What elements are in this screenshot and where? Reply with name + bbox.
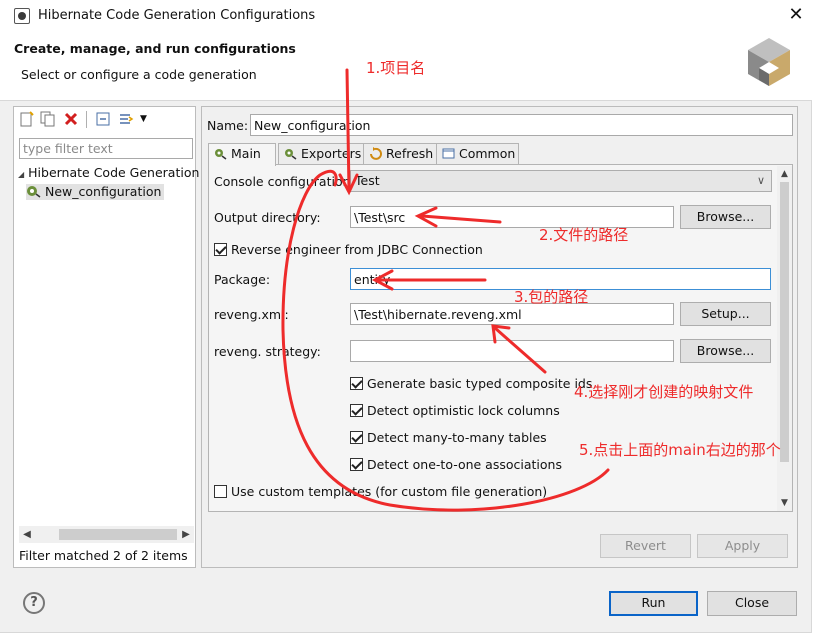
checkbox-label: Reverse engineer from JDBC Connection (231, 242, 483, 257)
console-configuration-select[interactable]: Test ∨ (350, 170, 772, 192)
tab-label: Refresh (386, 146, 434, 161)
duplicate-icon[interactable] (40, 111, 56, 127)
reveng-xml-field[interactable] (350, 303, 674, 325)
close-window-button[interactable]: ✕ (786, 4, 806, 26)
checkbox-box[interactable] (350, 458, 363, 471)
checkbox-box[interactable] (350, 431, 363, 444)
filter-icon[interactable] (118, 111, 134, 127)
console-configuration-label: Console configuration: (214, 174, 355, 189)
header-title: Create, manage, and run configurations (14, 41, 296, 56)
optimistic-lock-checkbox[interactable]: Detect optimistic lock columns (350, 403, 560, 418)
checkbox-box[interactable] (350, 377, 363, 390)
refresh-tab-icon (370, 147, 382, 160)
main-tab-icon (215, 149, 227, 160)
checkbox-label: Detect many-to-many tables (367, 430, 547, 445)
tab-main[interactable]: Main (208, 143, 276, 166)
console-configuration-value: Test (355, 173, 380, 188)
scroll-up-icon[interactable]: ▲ (777, 166, 792, 182)
checkbox-box[interactable] (214, 243, 227, 256)
scroll-down-icon[interactable]: ▼ (777, 495, 792, 511)
dialog-window: Hibernate Code Generation Configurations… (0, 0, 812, 633)
help-icon[interactable]: ? (23, 592, 45, 614)
filter-status-text: Filter matched 2 of 2 items (19, 548, 188, 563)
hibernate-config-icon (27, 186, 41, 198)
configuration-list-panel: ▼ ◢ Hibernate Code Generation New_config… (13, 106, 199, 568)
custom-templates-checkbox[interactable]: Use custom templates (for custom file ge… (214, 484, 547, 499)
scroll-right-icon[interactable]: ▶ (178, 526, 194, 543)
reveng-strategy-label: reveng. strategy: (214, 344, 321, 359)
tab-exporters[interactable]: Exporters (278, 143, 368, 165)
run-button[interactable]: Run (609, 591, 698, 616)
expand-arrow-icon[interactable]: ◢ (18, 170, 24, 179)
checkbox-label: Detect optimistic lock columns (367, 403, 560, 418)
hibernate-logo-icon (748, 38, 790, 86)
tab-refresh[interactable]: Refresh (363, 143, 439, 165)
tab-label: Common (459, 146, 516, 161)
tree-item-label: Hibernate Code Generation (28, 165, 200, 180)
tree-item-hibernate-code-generation[interactable]: ◢ Hibernate Code Generation (18, 165, 199, 180)
tab-label: Exporters (301, 146, 362, 161)
title-bar: Hibernate Code Generation Configurations… (0, 0, 812, 32)
tree-item-label: New_configuration (44, 184, 162, 199)
annotation-2: 2.文件的路径 (539, 226, 629, 244)
tab-strip: Main Exporters Refresh Common (208, 143, 788, 166)
reveng-strategy-field[interactable] (350, 340, 674, 362)
eclipse-app-icon (14, 8, 30, 24)
checkbox-label: Generate basic typed composite ids (367, 376, 593, 391)
strategy-browse-button[interactable]: Browse... (680, 339, 771, 363)
checkbox-label: Use custom templates (for custom file ge… (231, 484, 548, 499)
exporters-tab-icon (285, 149, 297, 160)
annotation-1: 1.项目名 (366, 59, 426, 77)
annotation-5: 5.点击上面的main右边的那个 (579, 441, 781, 459)
window-title: Hibernate Code Generation Configurations (38, 8, 316, 23)
checkbox-label: Detect one-to-one associations (367, 457, 562, 472)
setup-button[interactable]: Setup... (680, 302, 771, 326)
common-tab-icon (442, 148, 455, 159)
checkbox-box[interactable] (350, 404, 363, 417)
tab-common[interactable]: Common (436, 143, 519, 165)
header-subtitle: Select or configure a code generation (21, 67, 257, 82)
scrollbar-thumb[interactable] (59, 529, 177, 540)
reverse-engineer-checkbox[interactable]: Reverse engineer from JDBC Connection (214, 242, 483, 257)
output-browse-button[interactable]: Browse... (680, 205, 771, 229)
many-to-many-checkbox[interactable]: Detect many-to-many tables (350, 430, 547, 445)
composite-ids-checkbox[interactable]: Generate basic typed composite ids (350, 376, 592, 391)
name-field[interactable] (250, 114, 793, 136)
collapse-all-icon[interactable] (95, 111, 111, 127)
left-toolbar: ▼ (14, 107, 195, 133)
package-label: Package: (214, 272, 271, 287)
filter-input[interactable] (19, 138, 193, 159)
new-configuration-icon[interactable] (19, 111, 35, 127)
delete-icon[interactable] (63, 111, 79, 127)
reveng-xml-label: reveng.xml: (214, 307, 289, 322)
tab-label: Main (231, 146, 261, 161)
one-to-one-checkbox[interactable]: Detect one-to-one associations (350, 457, 562, 472)
checkbox-box[interactable] (214, 485, 227, 498)
view-menu-chevron-icon[interactable]: ▼ (140, 111, 156, 127)
horizontal-scrollbar[interactable]: ◀ ▶ (19, 526, 194, 543)
chevron-down-icon: ∨ (756, 174, 765, 187)
annotation-4: 4.选择刚才创建的映射文件 (574, 383, 754, 401)
apply-button[interactable]: Apply (697, 534, 788, 558)
close-button[interactable]: Close (707, 591, 797, 616)
scroll-left-icon[interactable]: ◀ (19, 526, 35, 543)
revert-button[interactable]: Revert (600, 534, 691, 558)
name-label: Name: (207, 118, 249, 133)
scrollbar-thumb[interactable] (780, 182, 789, 462)
annotation-3: 3.包的路径 (514, 288, 589, 306)
configuration-editor-panel: Name: Main Exporters Refresh Common Cons… (201, 106, 798, 568)
tree-item-new-configuration[interactable]: New_configuration (26, 184, 165, 200)
output-directory-label: Output directory: (214, 210, 321, 225)
toolbar-separator (86, 111, 87, 128)
